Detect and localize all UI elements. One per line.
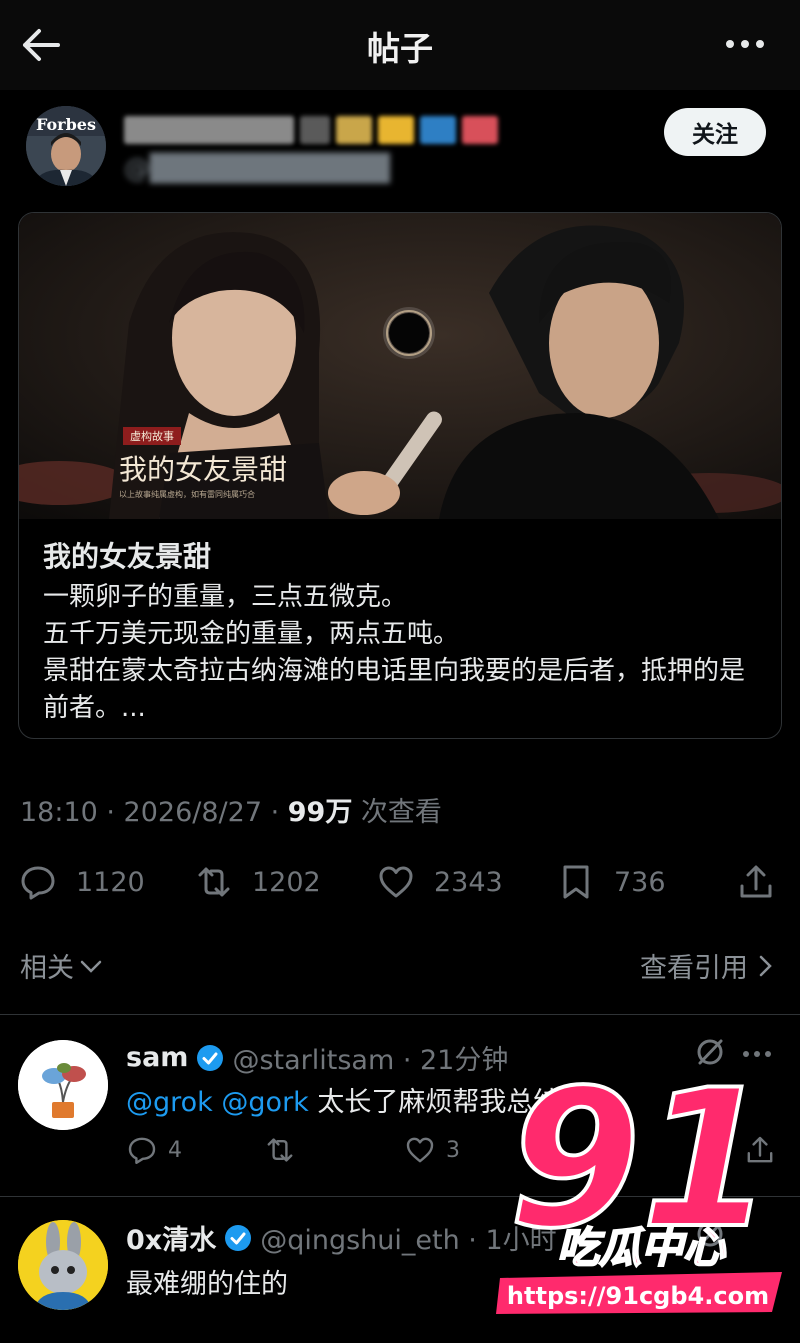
author-handle-redacted: @████████████ <box>124 154 390 184</box>
post-time: 18:10 · 2026/8/27 · <box>20 797 288 828</box>
reply-name[interactable]: 0x清水 <box>126 1218 216 1257</box>
action-bar: 1120 1202 2343 736 <box>0 858 800 906</box>
reply-count: 1120 <box>76 866 145 898</box>
repost-action[interactable]: 1202 <box>194 858 321 906</box>
mention-link[interactable]: @grok <box>126 1087 213 1118</box>
author-name-redacted <box>124 110 498 150</box>
reply-avatar[interactable] <box>18 1040 108 1130</box>
article-line: 景甜在蒙太奇拉古纳海滩的电话里向我要的是后者，抵押的是前者。... <box>43 656 746 723</box>
page-title: 帖子 <box>367 29 433 68</box>
reply-name[interactable]: sam <box>126 1042 188 1073</box>
image-title-text: 我的女友景甜 <box>119 453 287 486</box>
related-bar: 相关 查看引用 <box>0 940 800 990</box>
chevron-down-icon <box>80 960 102 973</box>
bookmark-action[interactable]: 736 <box>556 858 666 906</box>
chevron-right-icon <box>759 955 772 976</box>
reply-count: 4 <box>168 1137 182 1163</box>
watermark-label: 吃瓜中心 <box>557 1223 726 1272</box>
reply-text: 最难绷的住的 <box>126 1269 288 1300</box>
reply-action[interactable]: 4 <box>126 1132 182 1168</box>
related-dropdown[interactable]: 相关 <box>20 946 104 985</box>
repost-count: 1202 <box>252 866 321 898</box>
top-bar: 帖子 <box>0 0 800 90</box>
repost-icon <box>267 1138 293 1162</box>
like-action[interactable]: 2343 <box>376 858 503 906</box>
article-cover-image: 虚构故事 我的女友景甜 以上故事纯属虚构，如有雷同纯属巧合 <box>19 213 781 519</box>
like-icon <box>406 1137 434 1163</box>
views-suffix: 次查看 <box>352 797 442 828</box>
image-caption-text: 以上故事纯属虚构，如有雷同纯属巧合 <box>119 489 255 499</box>
bookmark-count: 736 <box>614 866 666 898</box>
author-avatar[interactable]: Forbes <box>26 106 106 186</box>
reply-handle: @starlitsam · 21分钟 <box>232 1045 509 1076</box>
more-icon[interactable] <box>720 26 770 62</box>
view-quotes-label: 查看引用 <box>640 953 748 984</box>
view-count: 99万 <box>287 797 353 828</box>
post-meta: 18:10 · 2026/8/27 · 99万 次查看 <box>20 790 442 829</box>
bookmark-icon <box>563 865 589 899</box>
post-author: Forbes @████████████ 关注 <box>0 90 800 205</box>
watermark-url: https://91cgb4.com <box>507 1282 769 1310</box>
reply-avatar[interactable] <box>18 1220 108 1310</box>
like-count: 2343 <box>434 866 503 898</box>
image-badge-text: 虚构故事 <box>130 429 174 443</box>
article-line: 五千万美元现金的重量，两点五吨。 <box>43 619 460 649</box>
reply-header: 0x清水 @qingshui_eth · 1小时 <box>126 1218 557 1257</box>
like-icon <box>379 866 413 898</box>
repost-action[interactable] <box>264 1132 296 1168</box>
share-action[interactable] <box>736 858 776 906</box>
verified-icon <box>197 1044 224 1071</box>
reply-icon <box>21 866 55 900</box>
follow-button[interactable]: 关注 <box>664 108 766 156</box>
repost-icon <box>198 867 230 897</box>
divider <box>0 1014 800 1015</box>
verified-icon <box>225 1224 252 1251</box>
related-label: 相关 <box>20 953 74 984</box>
view-quotes-link[interactable]: 查看引用 <box>640 946 776 985</box>
article-excerpt: 一颗卵子的重量，三点五微克。 五千万美元现金的重量，两点五吨。 景甜在蒙太奇拉古… <box>43 579 765 727</box>
mention-link[interactable]: @gork <box>221 1087 308 1118</box>
share-icon <box>740 865 772 898</box>
avatar-forbes-text: Forbes <box>36 115 96 134</box>
reply-header: sam @starlitsam · 21分钟 <box>126 1038 508 1077</box>
article-title: 我的女友景甜 <box>43 540 212 573</box>
article-line: 一颗卵子的重量，三点五微克。 <box>43 582 408 612</box>
like-action[interactable]: 3 <box>404 1132 460 1168</box>
reply-icon <box>128 1137 156 1164</box>
like-count: 3 <box>446 1137 460 1163</box>
article-card[interactable]: 虚构故事 我的女友景甜 以上故事纯属虚构，如有雷同纯属巧合 我的女友景甜 一颗卵… <box>18 212 782 739</box>
reply-action[interactable]: 1120 <box>18 858 145 906</box>
watermark-logo: 91 吃瓜中心 https://91cgb4.com <box>496 1050 782 1314</box>
